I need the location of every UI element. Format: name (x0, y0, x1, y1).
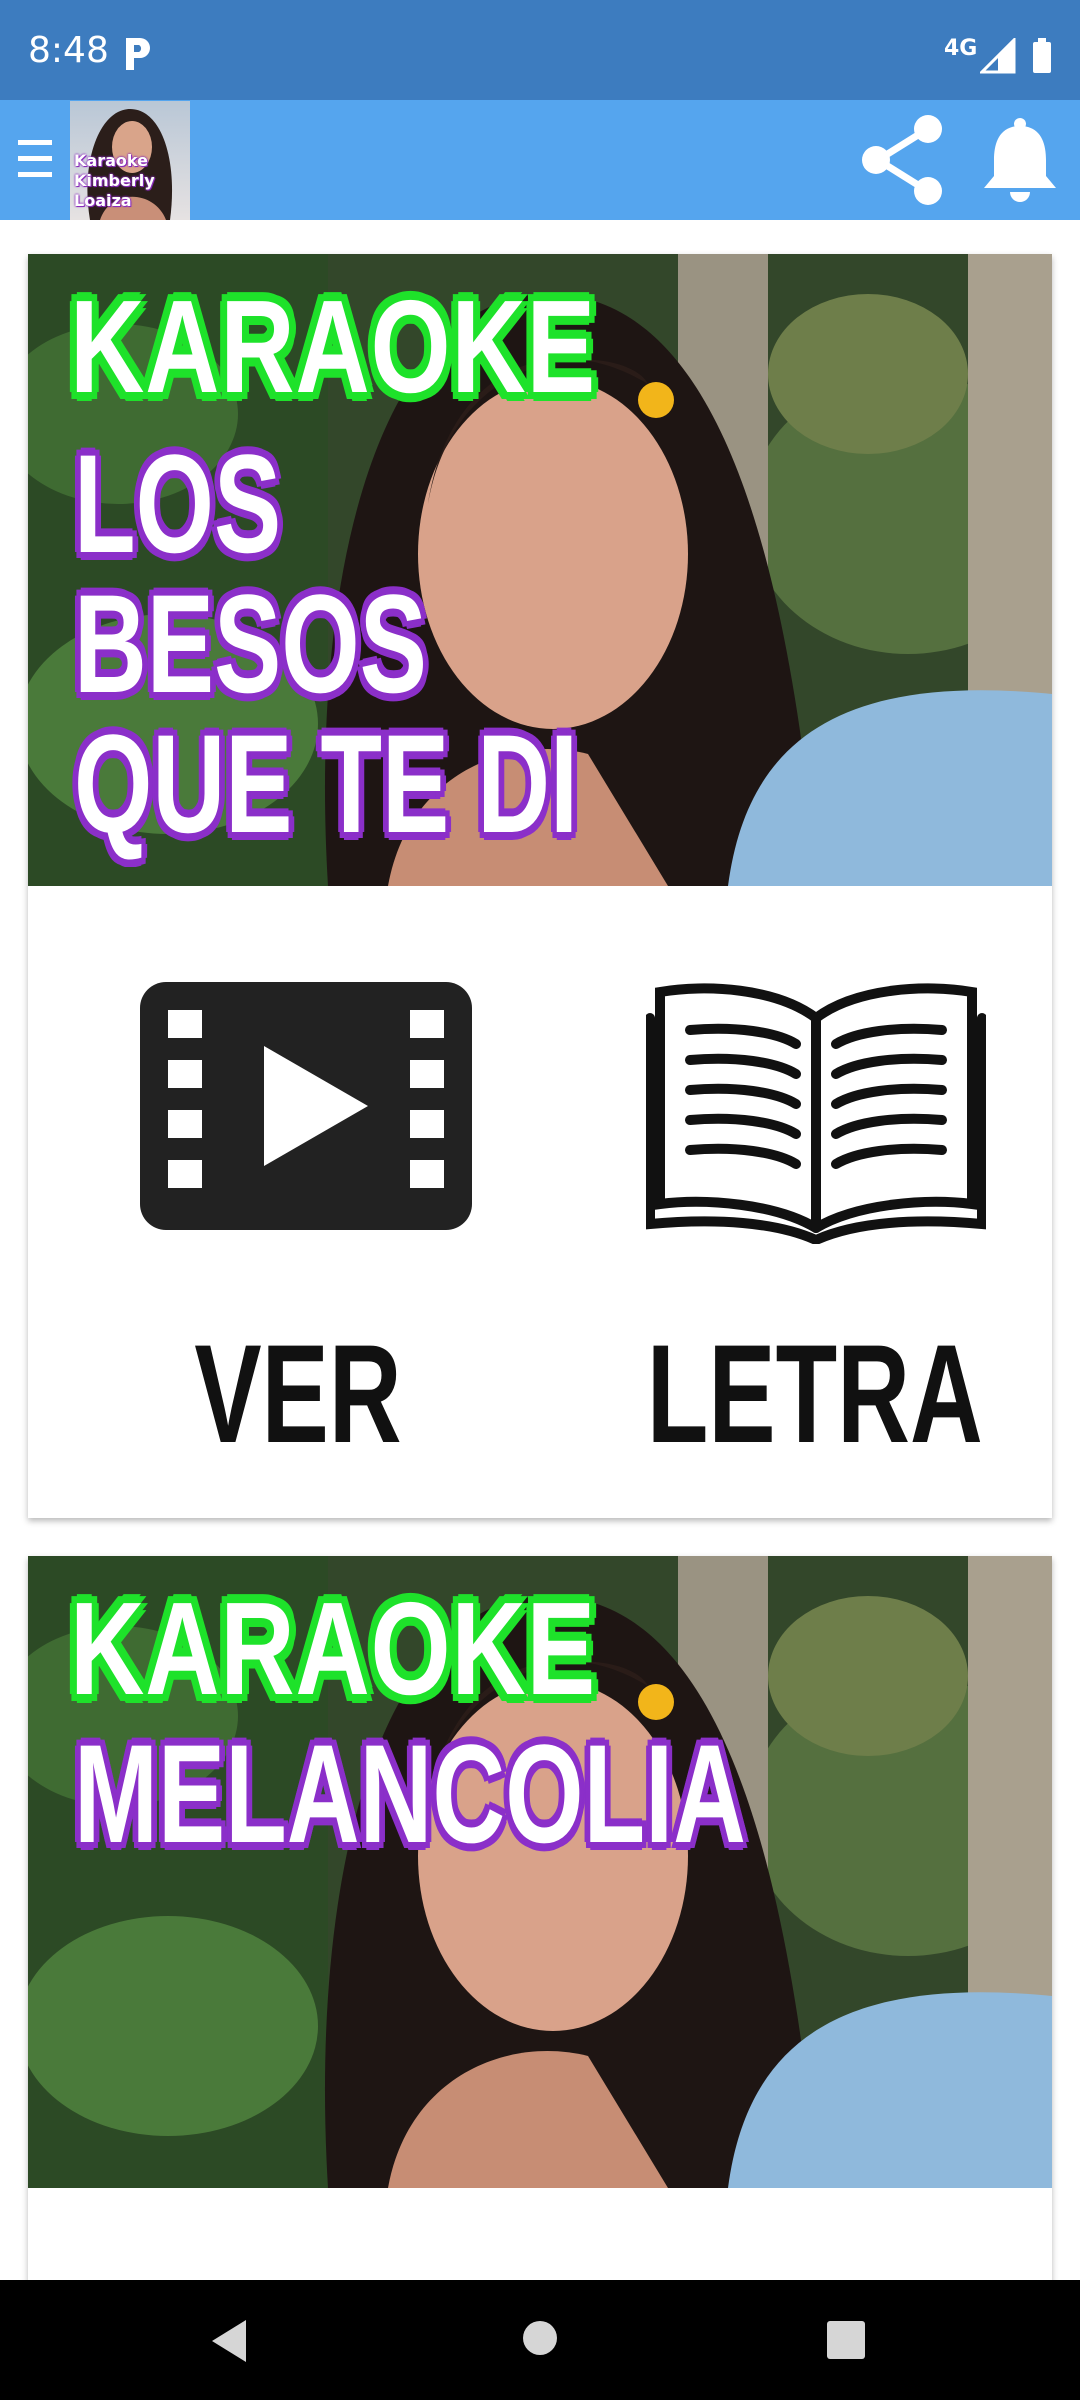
song-thumbnail[interactable]: KARAOKE LOS BESOS QUE TE DI (28, 254, 1052, 886)
signal-icon (980, 38, 1016, 74)
karaoke-heading: KARAOKE (70, 273, 597, 420)
lyrics-button[interactable]: LETRA (588, 944, 1008, 1464)
back-triangle-icon[interactable] (206, 2316, 254, 2366)
video-play-icon (140, 982, 472, 1230)
share-icon[interactable] (858, 114, 946, 206)
home-circle-icon[interactable] (522, 2320, 558, 2356)
karaoke-heading: KARAOKE (70, 1575, 597, 1722)
parking-p-icon (126, 38, 150, 70)
recents-square-icon[interactable] (826, 2320, 866, 2360)
app-logo[interactable]: Karaoke Kimberly Loaiza (70, 101, 190, 220)
watch-video-button[interactable]: VER (98, 944, 498, 1464)
hamburger-menu-icon[interactable] (16, 136, 56, 182)
song-thumbnail[interactable]: KARAOKE MELANCOLIA (28, 1556, 1052, 2188)
letra-label: LETRA (646, 1315, 983, 1472)
status-time: 8:48 (28, 30, 109, 71)
song-card: KARAOKE MELANCOLIA (28, 1556, 1052, 2316)
ver-label: VER (194, 1315, 402, 1472)
song-title: LOS BESOS QUE TE DI (74, 425, 579, 862)
bell-icon[interactable] (980, 118, 1060, 204)
app-logo-text: Karaoke Kimberly Loaiza (74, 151, 155, 210)
battery-icon (1033, 38, 1051, 73)
song-title: MELANCOLIA (74, 1715, 746, 1872)
song-card: KARAOKE LOS BESOS QUE TE DI VER LETRA (28, 254, 1052, 1518)
network-type: 4G (944, 36, 978, 61)
status-bar: 8:48 4G (0, 0, 1080, 100)
open-book-icon (646, 983, 986, 1244)
